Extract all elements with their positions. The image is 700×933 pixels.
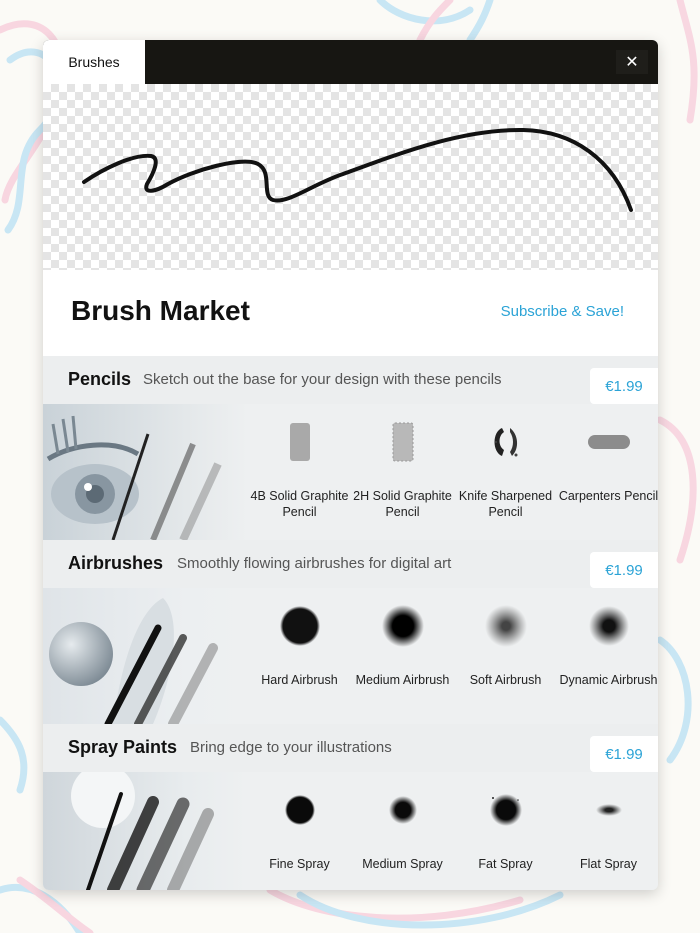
fine-spray-swatch — [284, 795, 315, 825]
section-header: Airbrushes Smoothly flowing airbrushes f… — [43, 540, 658, 588]
pencils-artwork — [43, 404, 248, 540]
title-bar: Brushes ✕ — [43, 40, 658, 84]
subscribe-link[interactable]: Subscribe & Save! — [501, 303, 624, 320]
buy-airbrushes-button[interactable]: €1.99 — [590, 552, 658, 588]
section-description: Sketch out the base for your design with… — [143, 371, 502, 388]
pencil-brush-list: 4B Solid Graphite Pencil 2H Solid Graphi… — [248, 404, 658, 540]
brush-label: Soft Airbrush — [469, 673, 542, 687]
brush-label: Fine Spray — [269, 857, 330, 871]
close-icon: ✕ — [625, 54, 639, 71]
section-header: Pencils Sketch out the base for your des… — [43, 356, 658, 404]
pencil-4b-swatch — [289, 423, 310, 461]
brush-label: Fat Spray — [478, 857, 533, 871]
brush-item[interactable]: 2H Solid Graphite Pencil — [351, 404, 454, 540]
section-spray-paints: Spray Paints Bring edge to your illustra… — [43, 724, 658, 890]
brush-label: 4B Solid Graphite Pencil — [250, 489, 349, 519]
brush-item[interactable]: Fat Spray — [454, 772, 557, 890]
buy-pencils-button[interactable]: €1.99 — [590, 368, 658, 404]
brush-item[interactable]: Carpenters Pencil — [557, 404, 658, 540]
spray-paints-artwork — [43, 772, 248, 890]
brush-item[interactable]: Soft Airbrush — [454, 588, 557, 724]
section-airbrushes: Airbrushes Smoothly flowing airbrushes f… — [43, 540, 658, 724]
buy-spray-paints-button[interactable]: €1.99 — [590, 736, 658, 772]
brush-label: Medium Spray — [362, 857, 443, 871]
brush-item[interactable]: Medium Airbrush — [351, 588, 454, 724]
brush-label: Dynamic Airbrush — [559, 673, 658, 687]
brush-label: Knife Sharpened Pencil — [458, 489, 553, 519]
brush-label: Carpenters Pencil — [558, 489, 658, 503]
brush-item[interactable]: Knife Sharpened Pencil — [454, 404, 557, 540]
brush-label: Medium Airbrush — [355, 673, 450, 687]
section-description: Smoothly flowing airbrushes for digital … — [177, 555, 452, 572]
brush-item[interactable]: Medium Spray — [351, 772, 454, 890]
brush-label: 2H Solid Graphite Pencil — [353, 489, 452, 519]
knife-pencil-swatch — [494, 428, 517, 457]
brush-item[interactable]: Dynamic Airbrush — [557, 588, 658, 724]
hard-airbrush-swatch — [279, 606, 320, 646]
airbrushes-artwork — [43, 588, 248, 724]
dynamic-airbrush-swatch — [588, 606, 629, 646]
brush-item[interactable]: Fine Spray — [248, 772, 351, 890]
flat-spray-swatch — [595, 804, 622, 816]
brush-label: Hard Airbrush — [261, 673, 338, 687]
airbrush-brush-list: Hard Airbrush Medium Airbrush Soft Airbr… — [248, 588, 658, 724]
brush-item[interactable]: 4B Solid Graphite Pencil — [248, 404, 351, 540]
medium-spray-swatch — [388, 796, 417, 824]
carpenters-pencil-swatch — [587, 435, 630, 449]
fat-spray-swatch — [489, 794, 522, 826]
brush-label: Flat Spray — [580, 857, 637, 871]
section-pencils: Pencils Sketch out the base for your des… — [43, 356, 658, 540]
soft-airbrush-swatch — [484, 605, 527, 647]
section-description: Bring edge to your illustrations — [190, 739, 392, 756]
pencil-2h-swatch — [392, 422, 413, 462]
brushes-dialog: Brushes ✕ Brush Market Subscribe & Save!… — [43, 40, 658, 890]
close-button[interactable]: ✕ — [616, 50, 648, 74]
medium-airbrush-swatch — [381, 605, 424, 647]
section-name: Airbrushes — [68, 553, 164, 573]
page-title: Brush Market — [71, 295, 250, 326]
market-header: Brush Market Subscribe & Save! — [43, 270, 658, 356]
section-name: Pencils — [68, 369, 132, 389]
section-header: Spray Paints Bring edge to your illustra… — [43, 724, 658, 772]
brush-item[interactable]: Flat Spray — [557, 772, 658, 890]
spray-brush-list: Fine Spray Medium Spray Fat Spray Flat S… — [248, 772, 658, 890]
tab-brushes[interactable]: Brushes — [43, 40, 145, 84]
section-name: Spray Paints — [68, 737, 178, 757]
brush-item[interactable]: Hard Airbrush — [248, 588, 351, 724]
